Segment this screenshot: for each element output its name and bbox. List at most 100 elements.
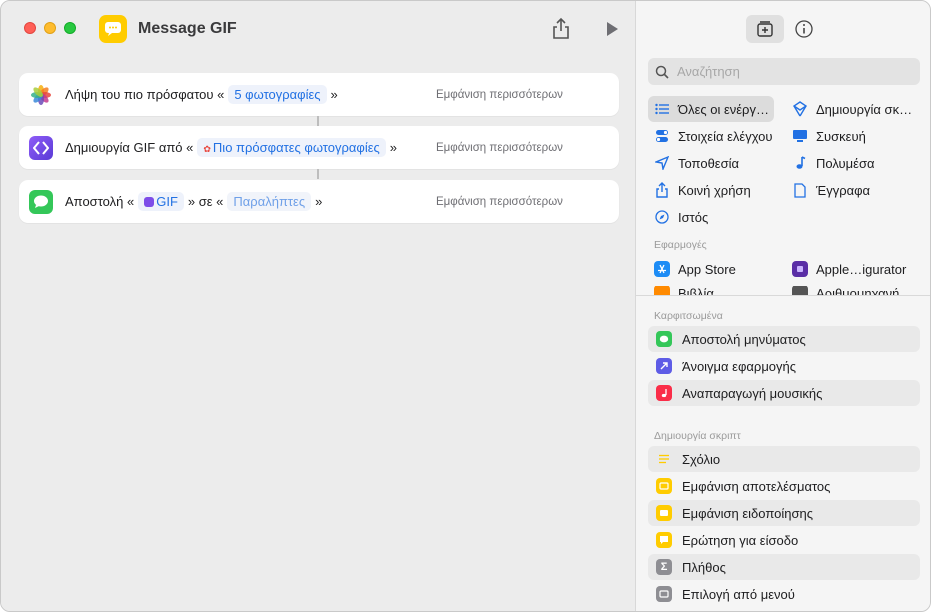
shortcut-icon[interactable]: [99, 15, 127, 43]
show-more-link[interactable]: Εμφάνιση περισσότερων: [436, 196, 563, 208]
action-make-gif[interactable]: Δημιουργία GIF από « ✿ Πιο πρόσφατες φωτο…: [19, 126, 619, 169]
action-label: Σχόλιο: [682, 451, 721, 467]
shortcut-title[interactable]: Message GIF: [138, 20, 237, 38]
action-label: Αναπαραγωγή μουσικής: [682, 385, 823, 401]
device-icon: [792, 128, 808, 144]
action-get-latest-photos[interactable]: Λήψη του πιο πρόσφατου « 5 φωτογραφίες »…: [19, 73, 619, 116]
location-icon: [654, 155, 670, 171]
search-icon: [655, 65, 669, 79]
app-item-books[interactable]: Βιβλία: [654, 286, 714, 295]
close-button[interactable]: [24, 22, 36, 34]
pane-divider[interactable]: [636, 295, 930, 296]
share-icon: [654, 182, 670, 198]
search-input[interactable]: Αναζήτηση: [648, 58, 920, 85]
pinned-open-app[interactable]: Άνοιγμα εφαρμογής: [648, 353, 920, 379]
message-bubble-icon: [105, 22, 121, 36]
library-toggle-button[interactable]: [746, 15, 784, 43]
action-connector: [317, 169, 319, 179]
info-icon[interactable]: [794, 19, 814, 39]
list-icon: [654, 101, 670, 117]
compass-icon: [654, 209, 670, 225]
action-label: Αποστολή μηνύματος: [682, 331, 806, 347]
app-window: Message GIF Λήψη του πιο πρόσφατου « 5 φ…: [0, 0, 931, 612]
share-icon[interactable]: [550, 17, 572, 41]
category-documents[interactable]: Έγγραφα: [792, 177, 870, 203]
category-controls[interactable]: Στοιχεία ελέγχου: [654, 123, 773, 149]
action-label: Εμφάνιση αποτελέσματος: [682, 478, 831, 494]
gif-token[interactable]: GIF: [138, 192, 184, 211]
minimize-button[interactable]: [44, 22, 56, 34]
zoom-button[interactable]: [64, 22, 76, 34]
messages-icon: [656, 331, 672, 347]
gif-mini-icon: [144, 197, 155, 207]
action-label: Πλήθος: [682, 559, 726, 575]
recipients-token[interactable]: Παραλήπτες: [227, 192, 312, 211]
script-show-alert[interactable]: Εμφάνιση ειδοποίησης: [648, 500, 920, 526]
photo-count-token[interactable]: 5 φωτογραφίες: [228, 85, 327, 104]
document-icon: [792, 182, 808, 198]
category-label: Στοιχεία ελέγχου: [678, 128, 773, 144]
latest-photos-token-label: Πιο πρόσφατες φωτογραφίες: [212, 140, 380, 155]
controls-icon: [654, 128, 670, 144]
app-item-calculator[interactable]: Αριθμομηχανή: [792, 286, 899, 295]
app-label: Apple…igurator: [816, 261, 907, 277]
script-choose-menu[interactable]: Επιλογή από μενού: [648, 581, 920, 607]
category-location[interactable]: Τοποθεσία: [654, 150, 739, 176]
music-note-icon: [792, 155, 808, 171]
category-all-actions[interactable]: Όλες οι ενέργ…: [648, 96, 774, 122]
scripting-icon: [792, 101, 808, 117]
action-label: Άνοιγμα εφαρμογής: [682, 358, 797, 374]
category-label: Πολυμέσα: [816, 155, 875, 171]
show-more-link[interactable]: Εμφάνιση περισσότερων: [436, 89, 563, 101]
category-sharing[interactable]: Κοινή χρήση: [654, 177, 751, 203]
show-result-icon: [656, 478, 672, 494]
script-comment[interactable]: Σχόλιο: [648, 446, 920, 472]
category-label: Κοινή χρήση: [678, 182, 751, 198]
action-label: Επιλογή από μενού: [682, 586, 795, 602]
apps-section-label: Εφαρμογές: [654, 239, 707, 251]
action-text: » σε «: [187, 194, 224, 209]
scripting-section-label: Δημιουργία σκριπτ: [654, 430, 741, 442]
action-library-pane: Αναζήτηση Όλες οι ενέργ… Δημιουργία σκ… …: [635, 1, 930, 611]
gif-token-label: GIF: [156, 194, 178, 209]
alert-icon: [656, 505, 672, 521]
app-item-configurator[interactable]: Apple…igurator: [792, 256, 906, 282]
play-icon[interactable]: [604, 21, 620, 37]
pinned-play-music[interactable]: Αναπαραγωγή μουσικής: [648, 380, 920, 406]
music-icon: [656, 385, 672, 401]
action-label: Ερώτηση για είσοδο: [682, 532, 799, 548]
category-device[interactable]: Συσκευή: [792, 123, 866, 149]
apps-overflow: Βιβλία Αριθμομηχανή: [636, 286, 930, 295]
action-text: Αποστολή «: [65, 194, 135, 209]
category-label: Δημιουργία σκ…: [816, 101, 913, 117]
action-connector: [317, 116, 319, 126]
library-icon: [757, 21, 773, 37]
calculator-icon: [792, 286, 808, 295]
shortcuts-icon: [29, 135, 53, 160]
app-item-app-store[interactable]: App Store: [654, 256, 736, 282]
app-label: Βιβλία: [678, 286, 714, 295]
app-label: Αριθμομηχανή: [816, 286, 900, 295]
category-media[interactable]: Πολυμέσα: [792, 150, 875, 176]
ask-input-icon: [656, 532, 672, 548]
sigma-icon: Σ: [656, 559, 672, 575]
script-ask-input[interactable]: Ερώτηση για είσοδο: [648, 527, 920, 553]
search-placeholder: Αναζήτηση: [677, 64, 740, 79]
category-scripting[interactable]: Δημιουργία σκ…: [792, 96, 912, 122]
action-send-message[interactable]: Αποστολή « GIF » σε « Παραλήπτες » Εμφάν…: [19, 180, 619, 223]
action-text: Δημιουργία GIF από «: [65, 140, 194, 155]
category-label: Τοποθεσία: [678, 155, 740, 171]
category-label: Συσκευή: [816, 128, 866, 144]
photos-mini-icon: ✿: [203, 144, 211, 154]
script-count[interactable]: Σ Πλήθος: [648, 554, 920, 580]
window-controls: [24, 22, 76, 34]
pinned-send-message[interactable]: Αποστολή μηνύματος: [648, 326, 920, 352]
latest-photos-token[interactable]: ✿ Πιο πρόσφατες φωτογραφίες: [197, 138, 386, 157]
action-text: »: [330, 87, 338, 102]
category-web[interactable]: Ιστός: [654, 204, 708, 230]
show-more-link[interactable]: Εμφάνιση περισσότερων: [436, 142, 563, 154]
books-icon: [654, 286, 670, 295]
script-show-result[interactable]: Εμφάνιση αποτελέσματος: [648, 473, 920, 499]
configurator-icon: [792, 261, 808, 277]
action-text: »: [315, 194, 323, 209]
